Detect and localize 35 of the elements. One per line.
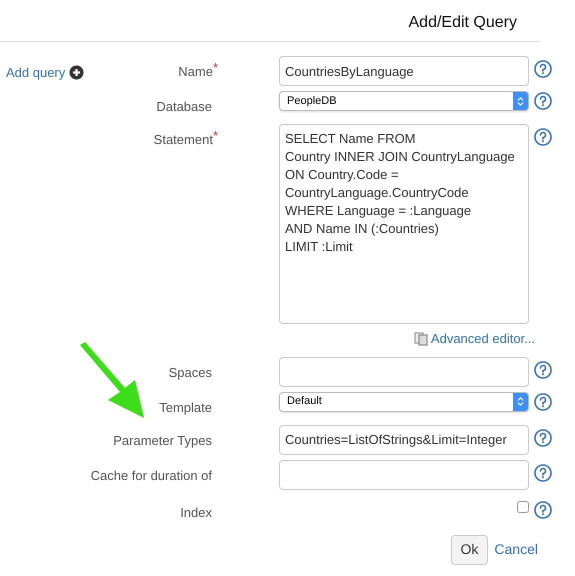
chevron-icon xyxy=(515,96,526,106)
help-icon[interactable] xyxy=(534,392,552,410)
help-icon[interactable] xyxy=(534,428,552,446)
required-mark: * xyxy=(212,130,218,143)
field-label: Name xyxy=(178,63,213,81)
text-field[interactable] xyxy=(279,460,529,490)
field-label: Parameter Types xyxy=(113,432,212,450)
text-field[interactable] xyxy=(279,356,529,386)
help-icon[interactable] xyxy=(534,128,552,146)
field-label: Statement xyxy=(154,131,213,149)
help-icon[interactable] xyxy=(534,92,552,110)
cancel-link[interactable]: Cancel xyxy=(494,539,538,560)
documents-icon xyxy=(414,332,428,346)
field-label: Database xyxy=(156,98,212,116)
advanced-editor-link[interactable]: Advanced editor... xyxy=(414,329,535,348)
field-label: Cache for duration of xyxy=(90,466,212,484)
page-title: Add/Edit Query xyxy=(408,13,517,33)
help-icon[interactable] xyxy=(534,464,552,482)
required-mark: * xyxy=(212,62,218,77)
text-field[interactable]: CountriesByLanguage xyxy=(279,56,529,86)
add-query-link[interactable]: Add query xyxy=(6,63,84,82)
chevron-icon xyxy=(515,396,526,407)
field-label: Index xyxy=(180,504,212,522)
plus-circle-icon xyxy=(69,65,84,80)
help-icon[interactable] xyxy=(534,360,552,378)
text-field[interactable]: Countries=ListOfStrings&Limit=Integer xyxy=(279,424,529,454)
field-label: Spaces xyxy=(168,364,212,382)
field-label: Template xyxy=(159,398,212,417)
help-icon[interactable] xyxy=(534,60,552,78)
help-icon[interactable] xyxy=(534,500,552,518)
dropdown-field[interactable]: Default xyxy=(279,392,529,412)
checkbox[interactable] xyxy=(517,500,529,512)
dropdown-field[interactable]: PeopleDB xyxy=(279,91,529,111)
statement-textarea[interactable]: SELECT Name FROM Country INNER JOIN CountryLanguage ON Country.Code = CountryLanguage.CountryCode WHERE Language = :Language AND Name IN (:Countries) LIMIT :Limit xyxy=(279,124,529,324)
ok-button[interactable]: Ok xyxy=(450,534,488,564)
